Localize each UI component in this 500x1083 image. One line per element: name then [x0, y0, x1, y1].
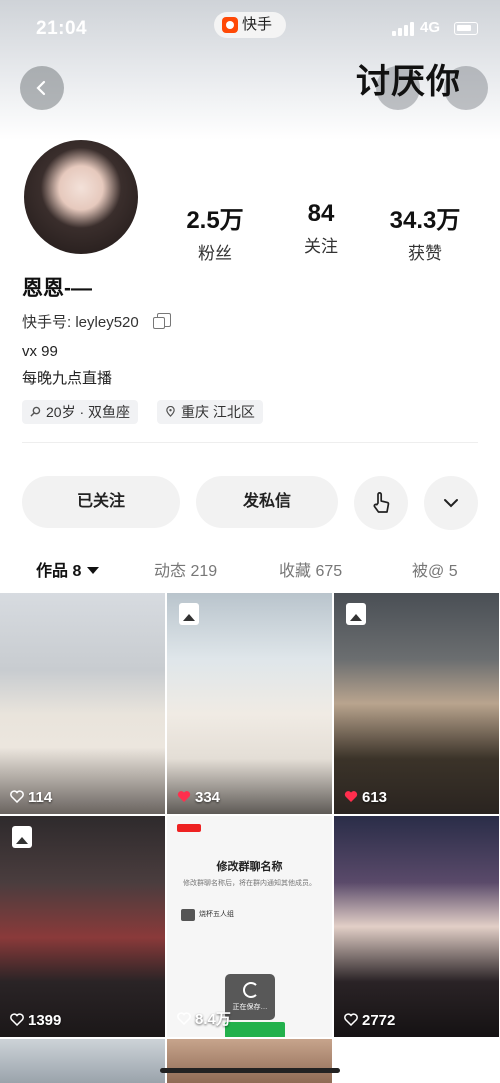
home-indicator: [160, 1068, 340, 1073]
heart-outline-icon: [177, 1012, 191, 1025]
kuaishou-logo-icon: [222, 17, 238, 33]
stat-value: 2.5万: [186, 207, 244, 234]
profile-name: 恩恩-—: [22, 277, 92, 300]
signal-icon: [392, 22, 414, 36]
status-time: 21:04: [36, 18, 88, 39]
stat-likes[interactable]: 34.3万 获赞: [370, 200, 480, 264]
tag-age-zodiac: 20岁 · 双鱼座: [22, 400, 139, 424]
like-count: 114: [10, 789, 52, 806]
embedded-status-time: [177, 824, 201, 832]
grid-item[interactable]: 114: [0, 593, 165, 814]
like-count-value: 2772: [362, 1012, 396, 1029]
heart-outline-icon: [10, 790, 24, 803]
grid-item[interactable]: 2772: [334, 816, 499, 1037]
profile-stats: 2.5万 粉丝 84 关注 34.3万 获赞: [160, 200, 490, 263]
like-count: 613: [344, 789, 387, 806]
image-post-icon: [179, 603, 199, 625]
embedded-title: 修改群聊名称: [216, 861, 283, 873]
embedded-subtitle: 修改群聊名称后，将在群内通知其他成员。: [183, 880, 316, 887]
caret-down-icon: [87, 567, 100, 574]
like-count: 8.4万: [177, 1008, 231, 1029]
back-button[interactable]: [20, 66, 64, 110]
hand-pointer-icon: [373, 492, 390, 513]
like-count-value: 8.4万: [195, 1011, 231, 1028]
heart-filled-icon: [177, 791, 191, 802]
stat-value: 84: [307, 200, 335, 227]
like-count: 2772: [344, 1012, 395, 1029]
image-post-icon: [12, 826, 32, 848]
tab-label: 作品 8: [36, 563, 82, 580]
stat-following[interactable]: 84 关注: [266, 200, 376, 257]
embedded-saving-toast: 正在保存…: [225, 974, 275, 1020]
copy-icon[interactable]: [153, 313, 171, 329]
bio-line: vx 99: [22, 343, 58, 360]
chevron-left-icon: [36, 80, 46, 96]
status-bar: 21:04 快手 4G: [0, 12, 500, 42]
kuaishou-id-value: leyley520: [75, 314, 139, 331]
like-count-value: 613: [362, 789, 388, 806]
image-post-icon: [346, 603, 366, 625]
embedded-saving-text: 正在保存…: [232, 1004, 268, 1011]
divider: [22, 442, 478, 443]
grid-item[interactable]: 334: [167, 593, 332, 814]
gender-icon: [30, 406, 41, 417]
heart-outline-icon: [344, 1013, 358, 1026]
message-button[interactable]: 发私信: [196, 476, 338, 528]
embedded-group-name: 烧杯五人组: [181, 908, 237, 922]
embedded-phone-screenshot: 修改群聊名称 修改群聊名称后，将在群内通知其他成员。 烧杯五人组 正在保存…: [167, 816, 332, 1037]
overlay-caption: 讨厌你: [356, 63, 461, 101]
like-count-value: 1399: [28, 1012, 62, 1029]
grid-item[interactable]: 1399: [0, 816, 165, 1037]
grid-item[interactable]: 613: [334, 593, 499, 814]
chevron-down-icon: [444, 499, 458, 508]
stat-label: 粉丝: [198, 244, 232, 263]
grid-item[interactable]: 修改群聊名称 修改群聊名称后，将在群内通知其他成员。 烧杯五人组 正在保存… 8…: [167, 816, 332, 1037]
app-indicator[interactable]: 快手: [214, 12, 286, 38]
gesture-button[interactable]: [354, 476, 408, 530]
bio-line: 每晚九点直播: [22, 370, 113, 387]
tag-text: 重庆 江北区: [181, 404, 255, 420]
stat-label: 获赞: [408, 244, 442, 263]
kuaishou-id-label: 快手号:: [22, 314, 76, 331]
like-count: 1399: [10, 1012, 61, 1029]
tab-favorites[interactable]: 收藏 675: [279, 557, 342, 581]
grid-item[interactable]: [167, 1039, 332, 1083]
tab-moments[interactable]: 动态 219: [154, 557, 217, 581]
tag-location: 重庆 江北区: [157, 400, 263, 424]
heart-outline-icon: [10, 1013, 24, 1026]
location-icon: [166, 406, 175, 417]
like-count: 334: [177, 789, 220, 806]
heart-filled-icon: [344, 791, 358, 802]
stat-value: 34.3万: [389, 207, 461, 234]
expand-button[interactable]: [424, 476, 478, 530]
stat-fans[interactable]: 2.5万 粉丝: [160, 200, 270, 264]
followed-button[interactable]: 已关注: [22, 476, 180, 528]
like-count-value: 334: [195, 789, 221, 806]
like-count-value: 114: [28, 789, 53, 806]
network-type: 4G: [420, 19, 441, 36]
tab-mentions[interactable]: 被@ 5: [412, 557, 458, 581]
app-name: 快手: [242, 16, 273, 33]
avatar[interactable]: [22, 138, 140, 256]
embedded-confirm-button: [225, 1022, 285, 1037]
kuaishou-id: 快手号: leyley520: [22, 311, 139, 332]
grid-item[interactable]: [0, 1039, 165, 1083]
battery-icon: [454, 22, 478, 35]
tag-text: 20岁 · 双鱼座: [46, 404, 131, 420]
tab-works[interactable]: 作品 8: [36, 557, 100, 581]
stat-label: 关注: [304, 237, 338, 256]
